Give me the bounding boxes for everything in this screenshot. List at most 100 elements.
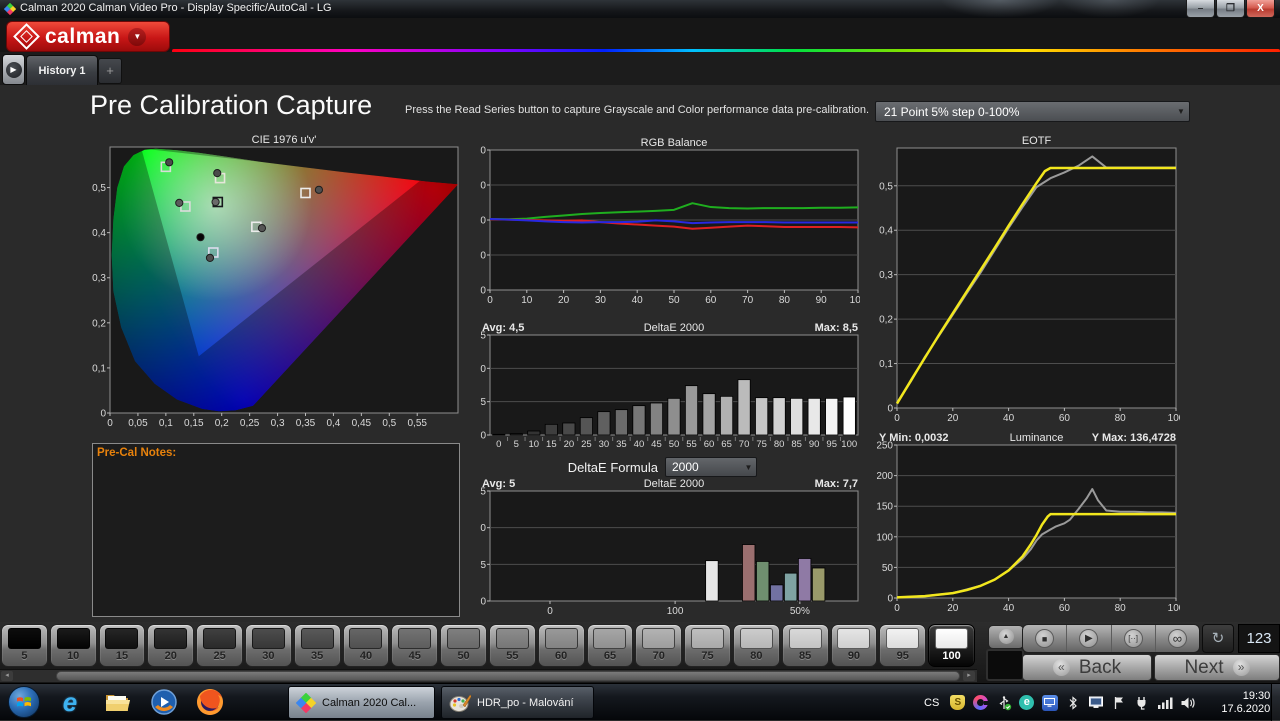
eset-tray-icon[interactable]: e xyxy=(1018,694,1035,711)
level-label: 80 xyxy=(750,650,763,662)
pre-cal-notes-box[interactable]: Pre-Cal Notes: xyxy=(92,443,460,617)
svg-text:30: 30 xyxy=(599,439,610,450)
action-center-flag-icon[interactable] xyxy=(1110,694,1127,711)
level-swatch xyxy=(447,628,481,649)
display-settings-tray-icon[interactable] xyxy=(1041,694,1058,711)
windows-orb-icon xyxy=(8,686,40,718)
svg-text:Y Max: 136,4728: Y Max: 136,4728 xyxy=(1092,432,1176,444)
level-button-80[interactable]: 80 xyxy=(732,624,780,667)
level-button-45[interactable]: 45 xyxy=(391,624,439,667)
restore-icon: ❐ xyxy=(1226,3,1235,14)
shield-s-tray-icon[interactable]: S xyxy=(949,694,966,711)
tab-history-1[interactable]: History 1 xyxy=(26,55,98,86)
chevron-down-icon: ▼ xyxy=(744,462,753,472)
monitor-tray-icon[interactable] xyxy=(1087,694,1104,711)
restore-button[interactable]: ❐ xyxy=(1216,0,1245,18)
deltae-grayscale-chart: 051015DeltaE 2000Avg: 4,5Max: 8,50510152… xyxy=(475,321,860,456)
level-button-60[interactable]: 60 xyxy=(537,624,585,667)
svg-text:0,05: 0,05 xyxy=(128,418,148,429)
level-label: 45 xyxy=(408,650,421,662)
level-button-35[interactable]: 35 xyxy=(293,624,341,667)
read-series-button[interactable]: [··] xyxy=(1112,625,1156,652)
app-header: calman ▼ xyxy=(0,18,1280,53)
next-chevron-icon: » xyxy=(1232,659,1250,676)
taskbar-clock[interactable]: 19:30 17.6.2020 xyxy=(1208,690,1270,716)
deltae-color-svg: 051015010050%DeltaE 2000Avg: 5Max: 7,7 xyxy=(475,478,859,617)
usb-tray-icon[interactable] xyxy=(995,694,1012,711)
svg-text:65: 65 xyxy=(721,439,732,450)
close-button[interactable]: X xyxy=(1246,0,1275,18)
read-continuous-button[interactable]: ▶ xyxy=(1067,625,1112,652)
minimize-button[interactable]: – xyxy=(1186,0,1215,18)
level-button-5[interactable]: 5 xyxy=(1,624,48,667)
internet-explorer-icon[interactable]: e xyxy=(54,686,86,718)
svg-text:20: 20 xyxy=(564,439,575,450)
firefox-icon[interactable] xyxy=(194,686,226,718)
svg-text:0,35: 0,35 xyxy=(296,418,316,429)
power-plug-tray-icon[interactable] xyxy=(1133,694,1150,711)
cie-measured-dot xyxy=(257,224,267,233)
volume-tray-icon[interactable] xyxy=(1179,694,1196,711)
level-button-30[interactable]: 30 xyxy=(244,624,292,667)
minimize-icon: – xyxy=(1197,3,1204,14)
level-button-10[interactable]: 10 xyxy=(49,624,97,667)
sync-button[interactable]: ↻ xyxy=(1202,624,1234,653)
level-button-90[interactable]: 90 xyxy=(830,624,878,667)
deltae-formula-dropdown[interactable]: 2000 ▼ xyxy=(665,457,757,477)
titlebar-glow xyxy=(940,0,1060,18)
level-label: 55 xyxy=(506,650,519,662)
level-scrollbar[interactable]: ◂ ▸ xyxy=(0,669,977,682)
language-indicator[interactable]: CS xyxy=(924,697,939,709)
pattern-preview-window[interactable] xyxy=(986,649,1024,681)
infinity-icon: ∞ xyxy=(1167,629,1187,648)
color-ring-tray-icon[interactable] xyxy=(972,694,990,711)
level-button-20[interactable]: 20 xyxy=(147,624,195,667)
level-swatch xyxy=(788,628,822,649)
add-tab-button[interactable]: + xyxy=(98,58,122,84)
calman-menu-button[interactable]: calman ▼ xyxy=(6,21,170,52)
stop-button[interactable]: ■ xyxy=(1023,625,1068,652)
svg-text:Avg: 5: Avg: 5 xyxy=(482,478,515,490)
level-button-65[interactable]: 65 xyxy=(586,624,634,667)
collapse-preview-button[interactable]: ▲ xyxy=(988,625,1024,649)
scroll-left-icon[interactable]: ◂ xyxy=(1,671,13,681)
level-button-25[interactable]: 25 xyxy=(196,624,243,667)
level-swatch xyxy=(300,628,334,649)
level-button-55[interactable]: 55 xyxy=(488,624,536,667)
logo-dropdown-icon[interactable]: ▼ xyxy=(128,27,147,46)
taskbar-item-paint[interactable]: HDR_po - Malování xyxy=(441,686,594,719)
svg-text:90: 90 xyxy=(480,251,486,262)
level-label: 85 xyxy=(799,650,812,662)
show-desktop-button[interactable] xyxy=(1271,684,1280,721)
cie-measured-dot xyxy=(165,158,174,167)
cie-measured-dot xyxy=(196,233,205,242)
svg-text:0: 0 xyxy=(487,295,493,306)
level-button-100[interactable]: 100 xyxy=(928,624,975,667)
level-button-50[interactable]: 50 xyxy=(440,624,487,667)
network-signal-tray-icon[interactable] xyxy=(1156,694,1173,711)
level-button-95[interactable]: 95 xyxy=(879,624,927,667)
level-button-75[interactable]: 75 xyxy=(684,624,731,667)
bluetooth-tray-icon[interactable] xyxy=(1064,694,1081,711)
level-button-70[interactable]: 70 xyxy=(635,624,683,667)
svg-text:10: 10 xyxy=(480,364,486,375)
svg-text:0,3: 0,3 xyxy=(879,270,893,281)
media-player-icon[interactable] xyxy=(148,686,180,718)
start-button[interactable] xyxy=(8,686,40,718)
windows-explorer-icon[interactable] xyxy=(102,686,134,718)
level-button-85[interactable]: 85 xyxy=(781,624,829,667)
svg-text:0,15: 0,15 xyxy=(184,418,204,429)
back-button[interactable]: « Back xyxy=(1022,654,1152,681)
eotf-chart: 0 0,1 0,2 0,3 0,4 0,5 0 20 40 60 80 100 EOTF xyxy=(877,134,1185,431)
scroll-right-icon[interactable]: ▸ xyxy=(963,671,975,681)
pattern-points-dropdown[interactable]: 21 Point 5% step 0-100% ▼ xyxy=(875,101,1190,122)
level-label: 20 xyxy=(164,650,177,662)
level-button-40[interactable]: 40 xyxy=(342,624,390,667)
taskbar-item-calman[interactable]: Calman 2020 Cal... xyxy=(288,686,435,719)
scrollbar-thumb[interactable] xyxy=(56,671,960,681)
calman-task-icon xyxy=(296,692,316,713)
next-button[interactable]: Next » xyxy=(1154,654,1280,681)
layout-expander-button[interactable]: ▶ xyxy=(2,54,25,85)
level-button-15[interactable]: 15 xyxy=(98,624,146,667)
read-loop-button[interactable]: ∞ xyxy=(1156,625,1199,652)
